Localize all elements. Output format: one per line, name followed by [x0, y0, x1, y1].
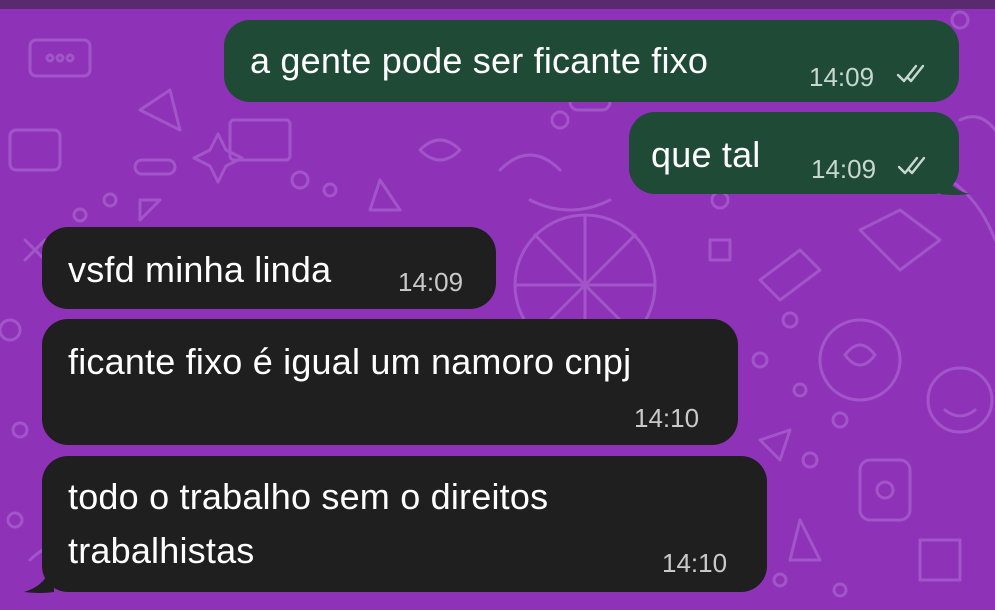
message-timestamp: 14:10 — [634, 403, 700, 433]
message-text: a gente pode ser ficante fixo — [250, 40, 709, 81]
read-double-check-icon — [896, 64, 925, 83]
message-text-line: trabalhistas — [68, 530, 255, 571]
message-text: que tal — [651, 134, 761, 175]
message-timestamp: 14:09 — [811, 154, 877, 184]
read-double-check-icon — [897, 156, 926, 175]
message-text: vsfd minha linda — [68, 249, 332, 290]
bubble-tail — [940, 166, 970, 195]
message-timestamp: 14:09 — [398, 267, 464, 297]
message-text-line: todo o trabalho sem o direitos — [68, 476, 549, 517]
message-timestamp: 14:09 — [809, 62, 875, 92]
message-bubble-incoming[interactable]: todo o trabalho sem o direitos trabalhis… — [42, 456, 767, 592]
message-bubble-incoming[interactable]: ficante fixo é igual um namoro cnpj 14:1… — [42, 319, 738, 445]
message-timestamp: 14:10 — [662, 548, 728, 578]
message-bubble-outgoing[interactable]: que tal 14:09 — [629, 112, 959, 194]
bubble-tail — [24, 562, 54, 593]
message-bubble-outgoing[interactable]: a gente pode ser ficante fixo 14:09 — [224, 20, 959, 102]
message-bubble-incoming[interactable]: vsfd minha linda 14:09 — [42, 227, 496, 309]
message-text: ficante fixo é igual um namoro cnpj — [68, 341, 632, 382]
